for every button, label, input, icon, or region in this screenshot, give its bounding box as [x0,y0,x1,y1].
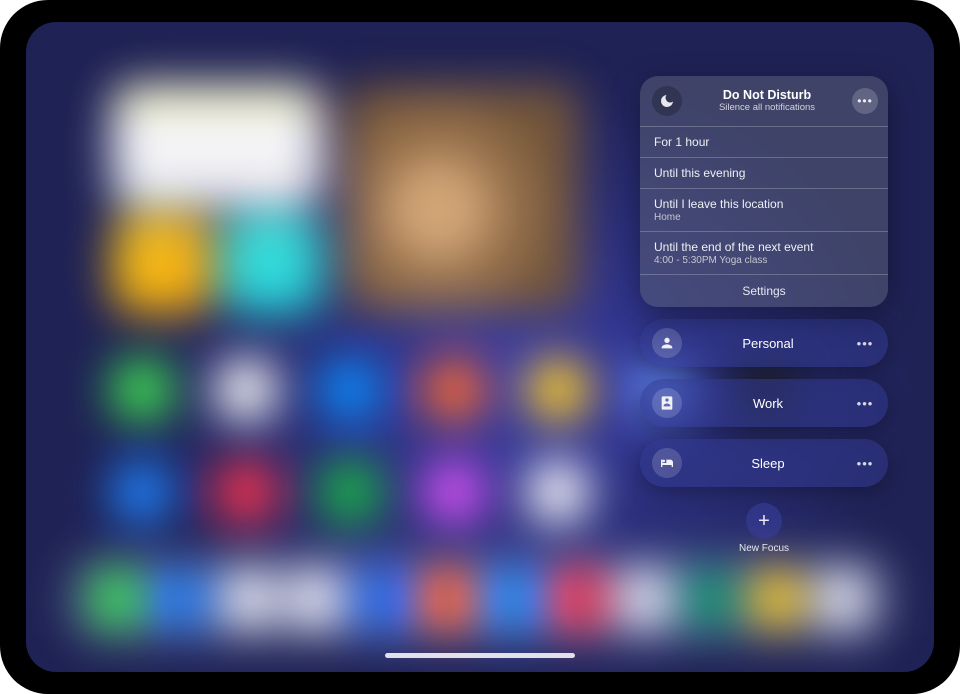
app-icon [216,462,276,522]
app-icon [92,570,142,628]
app-icon [528,462,588,522]
dnd-option-label: Until the end of the next event [654,240,813,254]
dnd-settings-button[interactable]: Settings [640,274,888,307]
app-icon [112,360,172,420]
dnd-option-for-1-hour[interactable]: For 1 hour [640,126,888,157]
app-icon [112,462,172,522]
focus-mode-work[interactable]: Work ••• [640,379,888,427]
dnd-option-sub: 4:00 - 5:30PM Yoga class [654,255,874,266]
ipad-screen: Do Not Disturb Silence all notifications… [26,22,934,672]
app-icon [424,462,484,522]
app-icon [320,360,380,420]
dnd-header: Do Not Disturb Silence all notifications… [640,76,888,126]
dnd-option-sub: Home [654,212,874,223]
dnd-subtitle: Silence all notifications [692,103,842,114]
focus-label: Work [694,396,842,411]
plus-icon: + [758,510,770,533]
app-icon [158,570,208,628]
app-icon [752,570,802,628]
focus-overlay: Do Not Disturb Silence all notifications… [640,76,888,554]
dnd-option-until-leave-location[interactable]: Until I leave this location Home [640,188,888,231]
focus-mode-personal[interactable]: Personal ••• [640,319,888,367]
focus-label: Personal [694,336,842,351]
new-focus-group: + New Focus [640,503,888,554]
notes-widget [112,84,322,204]
app-icon [488,570,538,628]
dnd-option-label: For 1 hour [654,135,709,149]
dock [70,556,890,642]
dnd-option-label: Until this evening [654,166,745,180]
dnd-option-label: Until I leave this location [654,197,783,211]
bed-icon [652,448,682,478]
app-icon [818,570,868,628]
focus-more-button[interactable]: ••• [854,336,876,351]
app-icon [620,570,670,628]
do-not-disturb-card: Do Not Disturb Silence all notifications… [640,76,888,307]
focus-label: Sleep [694,456,842,471]
dnd-option-until-evening[interactable]: Until this evening [640,157,888,188]
dnd-settings-label: Settings [742,284,785,298]
app-icon [528,360,588,420]
badge-icon [652,388,682,418]
app-icon [356,570,406,628]
widget-small-1 [112,214,212,314]
app-icon [424,360,484,420]
ipad-frame: Do Not Disturb Silence all notifications… [0,0,960,694]
app-icon [224,570,274,628]
focus-more-button[interactable]: ••• [854,396,876,411]
app-row-2 [112,462,588,522]
app-icon [422,570,472,628]
app-icon [290,570,340,628]
app-icon [320,462,380,522]
focus-mode-sleep[interactable]: Sleep ••• [640,439,888,487]
new-focus-button[interactable]: + [746,503,782,539]
person-icon [652,328,682,358]
moon-icon [652,86,682,116]
dnd-title-group: Do Not Disturb Silence all notifications [692,88,842,113]
dnd-option-until-end-of-event[interactable]: Until the end of the next event 4:00 - 5… [640,231,888,274]
app-icon [216,360,276,420]
photos-widget [344,84,580,312]
widget-small-2 [222,214,322,314]
focus-more-button[interactable]: ••• [854,456,876,471]
new-focus-label: New Focus [739,543,789,554]
dnd-title: Do Not Disturb [692,88,842,102]
home-indicator[interactable] [385,653,575,658]
app-icon [686,570,736,628]
dnd-more-button[interactable]: ••• [852,88,878,114]
app-icon [554,570,604,628]
